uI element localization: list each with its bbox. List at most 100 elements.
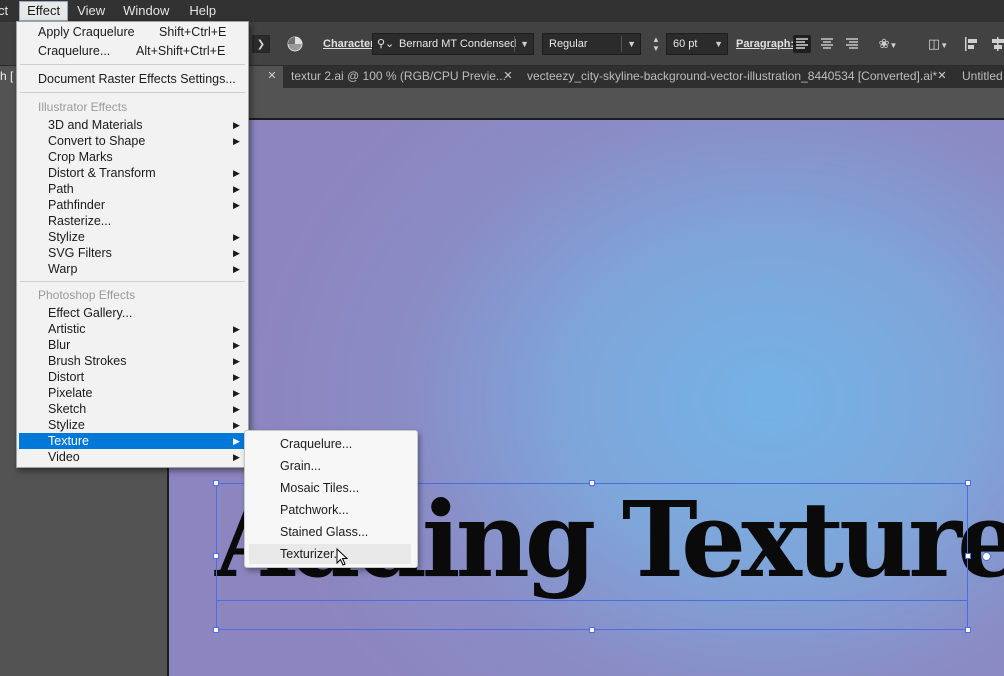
menu-item-rasterize[interactable]: Rasterize... (19, 213, 246, 229)
tab-untitled[interactable]: Untitled (954, 66, 1004, 88)
menu-object[interactable]: ct (0, 1, 15, 21)
chevron-right-icon: ▶ (233, 356, 240, 366)
chevron-right-icon: ▶ (233, 184, 240, 194)
menu-item-crop-marks[interactable]: Crop Marks (19, 149, 246, 165)
menu-item-pathfinder[interactable]: Pathfinder ▶ (19, 197, 246, 213)
chevron-right-icon: ▶ (233, 452, 240, 462)
menu-view[interactable]: View (70, 1, 112, 21)
menu-item-pixelate[interactable]: Pixelate ▶ (19, 385, 246, 401)
resize-handle[interactable] (213, 627, 219, 633)
menu-item-brush-strokes[interactable]: Brush Strokes ▶ (19, 353, 246, 369)
menu-item-effect-gallery[interactable]: Effect Gallery... (19, 305, 246, 321)
chevron-right-icon: ▶ (233, 264, 240, 274)
menu-item-video[interactable]: Video ▶ (19, 449, 246, 465)
tab-label: vecteezy_city-skyline-background-vector-… (527, 69, 938, 83)
align-right-icon[interactable] (843, 35, 861, 53)
menu-item-stylize[interactable]: Stylize ▶ (19, 417, 246, 433)
font-size-dropdown[interactable]: 60 pt ▼ (666, 33, 728, 55)
menu-item-distort[interactable]: Distort ▶ (19, 369, 246, 385)
chevron-down-icon: ▼ (714, 39, 723, 49)
menu-item-craquelure[interactable]: Craquelure... Alt+Shift+Ctrl+E (19, 43, 246, 59)
chevron-right-icon: ▶ (233, 248, 240, 258)
resize-handle[interactable] (589, 480, 595, 486)
resize-handle[interactable] (965, 627, 971, 633)
menu-item-artistic[interactable]: Artistic ▶ (19, 321, 246, 337)
resize-handle[interactable] (965, 480, 971, 486)
menu-item-texture[interactable]: Texture ▶ (19, 433, 246, 449)
effect-menu: Apply Craquelure Shift+Ctrl+E Craquelure… (16, 21, 249, 468)
chevron-right-icon: ▶ (233, 200, 240, 210)
paragraph-label[interactable]: Paragraph: (736, 38, 794, 50)
menu-item-stylize[interactable]: Stylize ▶ (19, 229, 246, 245)
text-out-port[interactable] (982, 552, 991, 561)
chevron-right-icon: ▶ (233, 436, 240, 446)
chevron-right-icon: ▶ (233, 232, 240, 242)
submenu-item-texturizer[interactable]: Texturizer... (249, 544, 411, 564)
font-family-value: Bernard MT Condensed (399, 38, 517, 50)
chevron-right-icon: ▶ (233, 340, 240, 350)
font-size-value: 60 pt (673, 38, 698, 50)
resize-handle[interactable] (589, 627, 595, 633)
chevron-down-icon: ▼ (520, 39, 529, 49)
illustrator-window: ct Effect View Window Help ❯ Character: … (0, 0, 1004, 676)
menu-item-warp[interactable]: Warp ▶ (19, 261, 246, 277)
tab-label: h [ (0, 69, 14, 83)
chevron-right-icon: ▶ (233, 136, 240, 146)
menu-effect[interactable]: Effect (19, 1, 69, 21)
menu-item-distort-transform[interactable]: Distort & Transform ▶ (19, 165, 246, 181)
menu-item-3d-and-materials[interactable]: 3D and Materials ▶ (19, 117, 246, 133)
menu-item-path[interactable]: Path ▶ (19, 181, 246, 197)
resize-handle[interactable] (213, 480, 219, 486)
chevron-right-icon: ▶ (233, 324, 240, 334)
recolor-artwork-icon[interactable]: ❀▼ (873, 35, 903, 53)
texture-submenu: Craquelure... Grain... Mosaic Tiles... Patc… (244, 430, 418, 568)
resize-handle[interactable] (213, 553, 219, 559)
chevron-right-icon[interactable]: ❯ (252, 35, 270, 53)
tab-vecteezy-city-skyline[interactable]: vecteezy_city-skyline-background-vector-… (519, 66, 954, 88)
font-style-dropdown[interactable]: Regular ▼ (542, 33, 641, 55)
menu-item-blur[interactable]: Blur ▶ (19, 337, 246, 353)
chevron-right-icon: ▶ (233, 372, 240, 382)
font-style-value: Regular (549, 38, 588, 50)
align-center-icon[interactable] (818, 35, 836, 53)
font-family-dropdown[interactable]: ⚲⌄ Bernard MT Condensed ▼ (372, 33, 534, 55)
character-label[interactable]: Character: (323, 38, 378, 50)
search-icon: ⚲⌄ (377, 38, 395, 50)
font-size-stepper[interactable]: ▲ ▼ (649, 35, 663, 53)
menu-item-apply-craquelure[interactable]: Apply Craquelure Shift+Ctrl+E (19, 24, 246, 40)
chevron-right-icon: ▶ (233, 120, 240, 130)
menu-item-document-raster-effects[interactable]: Document Raster Effects Settings... (19, 71, 246, 87)
tab-label: Untitled (962, 69, 1003, 83)
text-baseline-box (216, 600, 968, 601)
distribute-icon[interactable] (989, 35, 1004, 53)
menu-window[interactable]: Window (116, 1, 176, 21)
submenu-item-stained-glass[interactable]: Stained Glass... (249, 522, 411, 542)
menu-item-sketch[interactable]: Sketch ▶ (19, 401, 246, 417)
tab-textur-2[interactable]: textur 2.ai @ 100 % (RGB/CPU Previe... (283, 66, 517, 88)
submenu-item-grain[interactable]: Grain... (249, 456, 411, 476)
menu-item-convert-to-shape[interactable]: Convert to Shape ▶ (19, 133, 246, 149)
chevron-right-icon: ▶ (233, 404, 240, 414)
resize-handle[interactable] (965, 553, 971, 559)
close-icon[interactable]: ✕ (502, 69, 514, 83)
chevron-right-icon: ▶ (233, 168, 240, 178)
close-icon[interactable]: ✕ (936, 69, 948, 83)
menu-bar: ct Effect View Window Help (0, 0, 1004, 22)
close-icon[interactable]: ✕ (266, 69, 278, 83)
recolor-icon[interactable] (286, 35, 304, 53)
submenu-item-mosaic-tiles[interactable]: Mosaic Tiles... (249, 478, 411, 498)
menu-divider (20, 92, 245, 93)
illustrator-effects-header: Illustrator Effects (38, 100, 128, 114)
chevron-right-icon: ▶ (233, 420, 240, 430)
menu-help[interactable]: Help (182, 1, 223, 21)
align-left-icon[interactable] (793, 35, 811, 53)
align-objects-icon[interactable] (963, 35, 981, 53)
menu-item-svg-filters[interactable]: SVG Filters ▶ (19, 245, 246, 261)
transform-icon[interactable]: ◫▼ (925, 35, 951, 53)
chevron-right-icon: ▶ (233, 388, 240, 398)
tab-label: textur 2.ai @ 100 % (RGB/CPU Previe... (291, 69, 506, 83)
submenu-item-craquelure[interactable]: Craquelure... (249, 434, 411, 454)
submenu-item-patchwork[interactable]: Patchwork... (249, 500, 411, 520)
chevron-down-icon: ▼ (627, 39, 636, 49)
mouse-cursor-icon (336, 548, 348, 566)
